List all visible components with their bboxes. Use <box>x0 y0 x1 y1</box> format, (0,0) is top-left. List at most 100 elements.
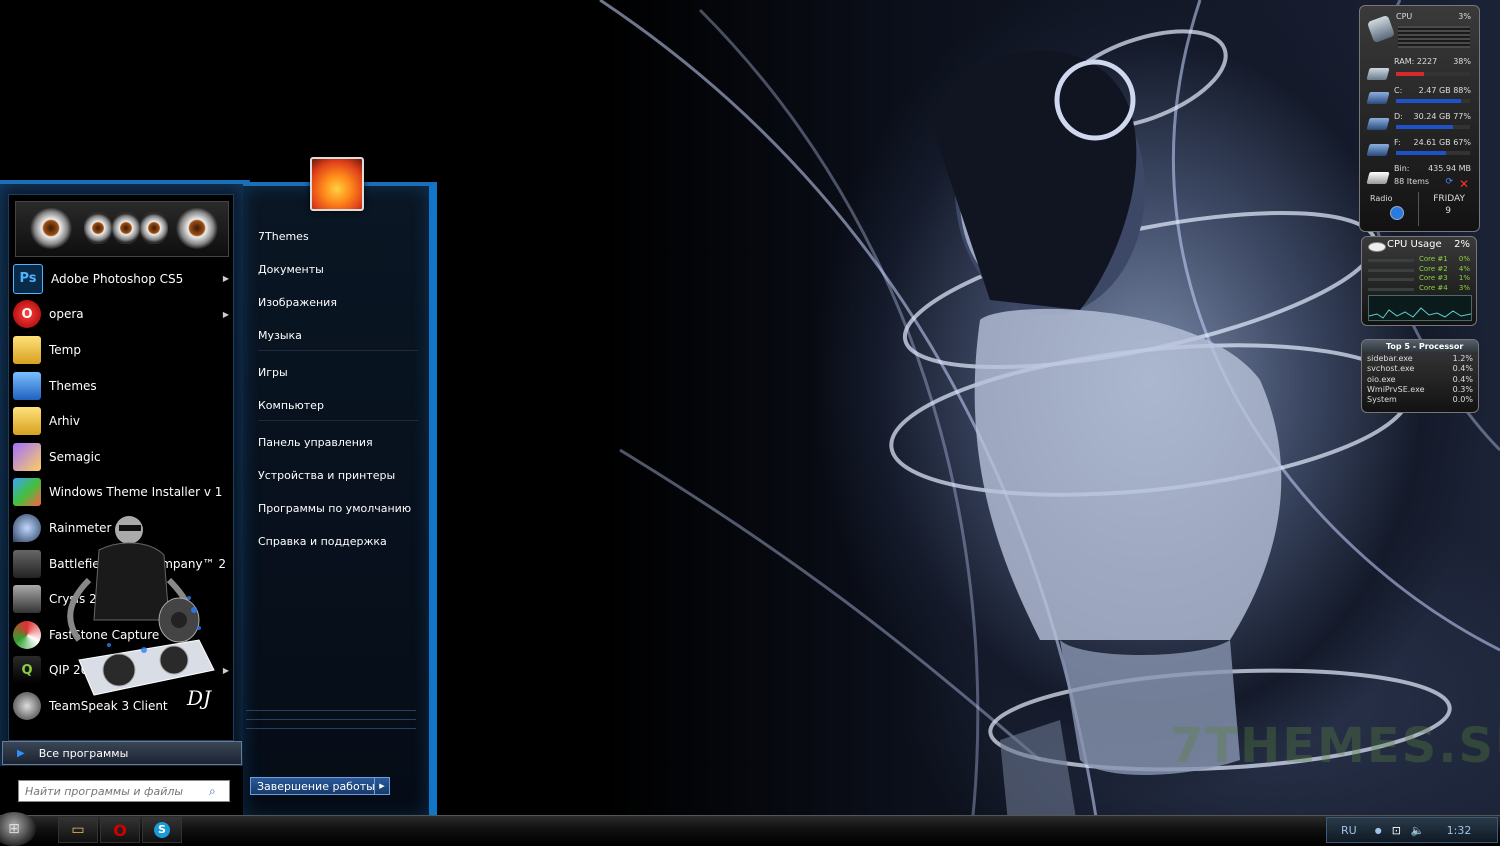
submenu-arrow-icon[interactable]: ▶ <box>223 310 229 319</box>
program-label: Themes <box>49 378 97 393</box>
process-usage: 0.0% <box>1452 395 1473 405</box>
program-item[interactable]: Battlefield: Bad Company™ 2 <box>9 546 233 582</box>
language-indicator[interactable]: RU <box>1341 824 1357 837</box>
place-item[interactable]: Игры <box>258 361 418 394</box>
folder-icon <box>13 335 41 364</box>
core-value: 3% <box>1458 283 1470 292</box>
process-usage: 1.2% <box>1452 354 1473 363</box>
core-usage-bar <box>1368 268 1414 272</box>
drive-letter: F: <box>1394 138 1401 147</box>
process-name: System <box>1367 395 1397 405</box>
recycle-bin-icon <box>1366 172 1390 184</box>
place-item[interactable]: Музыка <box>258 324 418 351</box>
program-item[interactable]: Oopera ▶ <box>9 297 233 333</box>
place-item[interactable]: Документы <box>258 258 418 291</box>
search-icon[interactable]: ⌕ <box>209 784 216 799</box>
core-label: Core #2 <box>1419 264 1448 273</box>
place-item[interactable]: Компьютер <box>258 394 418 421</box>
process-usage: 0.4% <box>1452 364 1473 374</box>
place-item[interactable]: Справка и поддержка <box>258 530 418 563</box>
ram-label: RAM: 2227 <box>1394 57 1438 66</box>
speaker-icon <box>30 207 72 249</box>
program-item[interactable]: Rainmeter <box>9 510 233 546</box>
system-meter-gadget[interactable]: CPU 3% RAM: 2227 38% C: 2.47 GB 88% D: 30.2… <box>1359 5 1480 232</box>
cpu-usage-gadget[interactable]: CPU Usage 2% Core #1 0% Core #2 4% Core #3 1%… <box>1361 236 1477 326</box>
top5-processor-gadget[interactable]: Top 5 - Processor sidebar.exe 1.2% svchost… <box>1361 339 1479 413</box>
pinned-programs-list: Ps Adobe Photoshop CS5 ▶ Oopera ▶ Temp Themes A… <box>9 261 233 724</box>
shutdown-options-arrow[interactable]: ▶ <box>374 778 389 794</box>
program-item[interactable]: Ps Adobe Photoshop CS5 ▶ <box>9 261 233 297</box>
core-label: Core #1 <box>1419 255 1448 263</box>
start-search-box[interactable]: ⌕ <box>18 780 230 802</box>
radio-play-icon[interactable] <box>1390 206 1404 220</box>
hard-drive-icon <box>1366 144 1390 156</box>
place-item[interactable]: Панель управления <box>258 431 418 464</box>
all-programs-button[interactable]: ▶ Все программы <box>2 741 242 765</box>
program-item[interactable]: Temp <box>9 332 233 368</box>
rainmeter-icon <box>13 513 41 542</box>
program-item[interactable]: Crysis 2 <box>9 581 233 617</box>
program-label: Arhiv <box>49 414 80 429</box>
skype-icon[interactable]: S <box>142 817 182 843</box>
top5-title: Top 5 - Processor <box>1362 340 1478 354</box>
place-item[interactable]: Программы по умолчанию <box>258 497 418 530</box>
program-label: opera <box>49 307 84 322</box>
all-programs-label: Все программы <box>38 746 129 760</box>
drive-value: 24.61 GB 67% <box>1413 138 1471 147</box>
bin-size: 435.94 MB <box>1428 164 1471 173</box>
intel-logo-icon <box>1368 242 1386 252</box>
process-name: WmiPrvSE.exe <box>1367 384 1425 394</box>
submenu-arrow-icon[interactable]: ▶ <box>223 666 229 675</box>
opera-icon: O <box>13 300 41 329</box>
system-tray: RU ● ⊡ 🔈 1:32 <box>1326 817 1498 843</box>
cpu-value: 3% <box>1458 12 1471 21</box>
start-menu-programs-pane: Ps Adobe Photoshop CS5 ▶ Oopera ▶ Temp Themes A… <box>0 180 250 802</box>
program-item[interactable]: Q QIP 2010 ▶ <box>9 653 233 689</box>
place-item[interactable]: Изображения <box>258 291 418 324</box>
bin-label: Bin: <box>1394 164 1410 173</box>
day-label: FRIDAY <box>1433 194 1465 204</box>
core-usage-bar <box>1368 259 1414 262</box>
date-label: 9 <box>1445 206 1451 216</box>
place-item[interactable]: 7Themes <box>258 225 418 258</box>
core-value: 4% <box>1458 264 1470 273</box>
program-label: Windows Theme Installer v 1 <box>49 485 223 500</box>
program-label: Rainmeter <box>49 520 112 535</box>
program-item[interactable]: Semagic <box>9 439 233 475</box>
clock-time[interactable]: 1:32 <box>1447 824 1472 837</box>
program-label: TeamSpeak 3 Client <box>49 698 168 713</box>
submenu-arrow-icon[interactable]: ▶ <box>223 274 229 283</box>
process-row: sidebar.exe 1.2% <box>1362 354 1478 364</box>
opera-icon[interactable]: O <box>100 817 140 843</box>
program-label: Battlefield: Bad Company™ 2 <box>49 556 227 571</box>
process-row: svchost.exe 0.4% <box>1362 364 1478 374</box>
network-icon[interactable]: ⊡ <box>1392 824 1401 837</box>
drive-usage-bar <box>1396 151 1470 155</box>
places-list: 7Themes Документы Изображения Музыка Игры Ком… <box>258 225 418 563</box>
cpu-usage-title: CPU Usage <box>1387 239 1442 250</box>
process-row: WmiPrvSE.exe 0.3% <box>1362 385 1478 395</box>
radio-label: Radio <box>1370 194 1393 203</box>
search-input[interactable] <box>19 783 205 799</box>
core-usage-bar <box>1368 278 1414 281</box>
process-usage: 0.3% <box>1452 384 1473 394</box>
place-item[interactable]: Устройства и принтеры <box>258 464 418 497</box>
user-avatar[interactable] <box>310 157 364 211</box>
core-value: 0% <box>1458 255 1470 263</box>
speaker-icon <box>112 212 140 244</box>
refresh-icon[interactable]: ⟳ <box>1445 177 1453 187</box>
volume-icon[interactable]: 🔈 <box>1411 824 1425 837</box>
ram-bar <box>1396 72 1470 76</box>
program-item[interactable]: Arhiv <box>9 403 233 439</box>
ram-icon <box>1366 68 1390 80</box>
program-item[interactable]: FastStone Capture <box>9 617 233 653</box>
program-item[interactable]: Themes <box>9 368 233 404</box>
process-row: System 0.0% <box>1362 395 1478 405</box>
explorer-icon[interactable]: ▭ <box>58 817 98 843</box>
empty-bin-icon[interactable]: ✕ <box>1459 177 1469 191</box>
program-item[interactable]: TeamSpeak 3 Client <box>9 688 233 724</box>
cpu-usage-value: 2% <box>1454 239 1470 250</box>
program-item[interactable]: Windows Theme Installer v 1 <box>9 475 233 511</box>
drive-letter: D: <box>1394 112 1403 121</box>
shutdown-button[interactable]: Завершение работы ▶ <box>250 777 390 795</box>
